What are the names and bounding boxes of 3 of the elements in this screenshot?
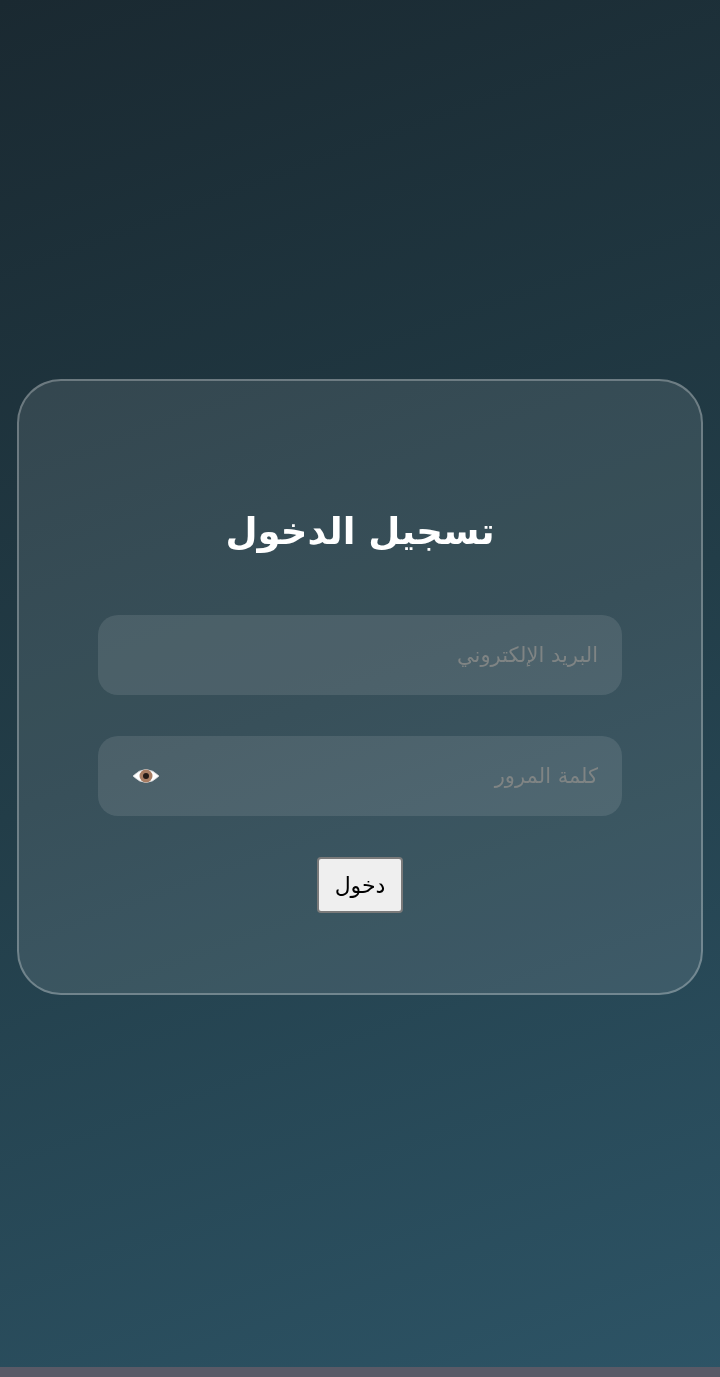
- login-button[interactable]: دخول: [317, 857, 403, 913]
- eye-icon[interactable]: [132, 766, 160, 786]
- login-title: تسجيل الدخول: [225, 509, 495, 555]
